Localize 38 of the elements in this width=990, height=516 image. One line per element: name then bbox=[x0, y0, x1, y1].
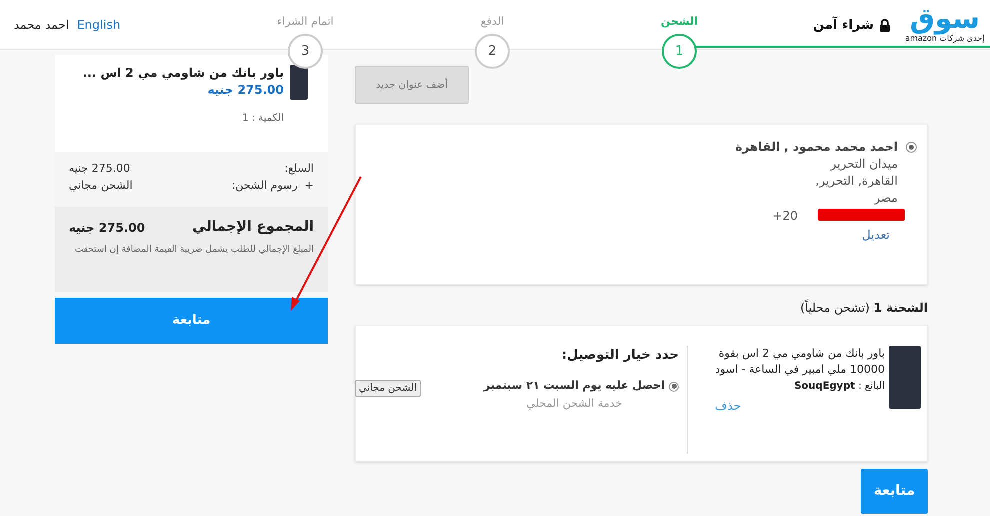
product-price: 275.00 جنيه bbox=[206, 82, 284, 99]
logo-tagline: إحدى شركات amazon bbox=[905, 34, 985, 44]
delivery-service: خدمة الشحن المحلي bbox=[526, 396, 622, 412]
user-name: احمد محمد bbox=[14, 17, 70, 34]
edit-link[interactable]: تعديل bbox=[736, 227, 890, 244]
delivery-heading: حدد خيار التوصيل: bbox=[560, 347, 679, 365]
total-value: 275.00 جنيه bbox=[69, 220, 146, 236]
step-label: الشحن bbox=[661, 14, 698, 30]
language-link[interactable]: English bbox=[77, 16, 121, 34]
delete-link[interactable]: حذف bbox=[715, 397, 742, 415]
summary-label: + رسوم الشحن: bbox=[232, 178, 314, 194]
continue-button[interactable]: متابعة bbox=[55, 298, 328, 344]
radio-button[interactable] bbox=[669, 382, 679, 392]
step-label: الدفع bbox=[480, 14, 504, 30]
product-title[interactable]: باور بانك من شاومي مي 2 اس ... bbox=[82, 65, 284, 81]
address-line: القاهرة, التحرير, bbox=[814, 173, 898, 190]
delivery-option-title: احصل عليه يوم السبت ٢١ سبتمبر bbox=[484, 378, 665, 394]
product-title[interactable]: باور بانك من شاومي مي 2 اس بقوة 10000 ملي امبير في الساعة - اسود bbox=[715, 346, 885, 378]
summary-value: 275.00 جنيه bbox=[69, 161, 130, 177]
address-line: ميدان التحرير bbox=[829, 156, 898, 173]
vat-note: المبلغ الإجمالي للطلب يشمل ضريبة القيمة المضافة إن استحقت bbox=[74, 244, 314, 257]
secure-checkout-label: شراء آمن bbox=[813, 16, 874, 35]
logo[interactable]: سوق bbox=[910, 4, 980, 34]
product-image bbox=[889, 346, 921, 409]
address-name: احمد محمد محمود , القاهرة bbox=[736, 139, 898, 156]
free-shipping-badge: الشحن مجاني bbox=[355, 380, 421, 396]
step-label: اتمام الشراء bbox=[277, 14, 334, 30]
summary-value: الشحن مجاني bbox=[69, 178, 133, 194]
lock-icon bbox=[880, 19, 890, 32]
total-label: المجموع الإجمالي bbox=[192, 218, 314, 237]
summary-label: السلع: bbox=[284, 161, 314, 177]
quantity-text: الكمية : 1 bbox=[241, 112, 284, 126]
radio-button[interactable] bbox=[906, 142, 917, 153]
continue-button[interactable]: متابعة bbox=[861, 469, 928, 514]
phone-number: +20 bbox=[772, 208, 798, 225]
product-image bbox=[290, 65, 308, 100]
shipment-heading: الشحنة 1 (تشحن محلياً) bbox=[799, 299, 928, 317]
address-line: مصر bbox=[873, 190, 898, 207]
